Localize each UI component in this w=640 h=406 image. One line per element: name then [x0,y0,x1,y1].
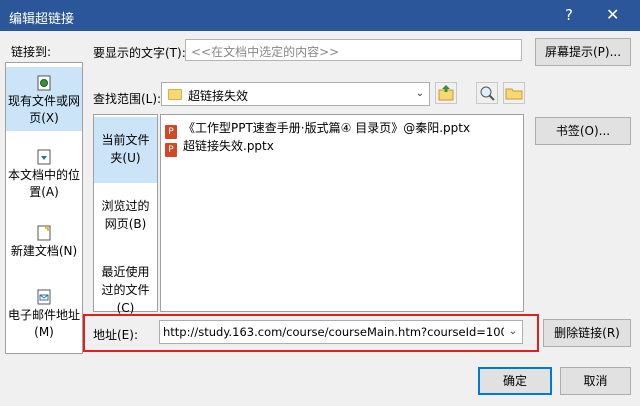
remove-link-button[interactable]: 删除链接(R) [543,319,631,347]
link-to-new-document-label: 新建文档(N) [10,244,78,258]
list-item[interactable]: P 超链接失效.pptx [165,137,274,157]
search-web-icon [480,86,495,101]
chevron-down-icon: ⌄ [415,88,425,99]
folder-up-icon [438,85,454,101]
address-input[interactable]: http://study.163.com/course/courseMain.h… [159,320,523,344]
help-button[interactable]: ? [565,6,573,24]
display-text-value: <<在文档中选定的内容>> [191,45,340,59]
browse-web-button[interactable] [476,82,498,104]
folder-icon [168,89,182,100]
globe-document-icon [37,75,51,91]
open-folder-icon [505,88,523,100]
document-location-icon [37,149,51,165]
address-label: 地址(E): [93,328,138,342]
title-bar: 编辑超链接 ? ✕ [0,0,640,31]
look-in-value: 超链接失效 [188,89,249,103]
new-document-icon [37,225,51,241]
link-to-heading: 链接到: [11,45,52,59]
address-value: http://study.163.com/course/courseMain.h… [163,325,516,339]
chevron-down-icon: ⌄ [504,321,522,343]
scope-recent-files[interactable]: 最近使用过的文件(C) [94,263,157,315]
display-text-input[interactable]: <<在文档中选定的内容>> [185,39,522,61]
close-button[interactable]: ✕ [606,5,619,24]
scope-browsed-pages[interactable]: 浏览过的网页(B) [94,197,157,243]
scope-browsed-pages-label: 浏览过的网页(B) [101,199,150,231]
dialog-title: 编辑超链接 [9,12,75,27]
cancel-button[interactable]: 取消 [560,367,631,395]
email-icon [37,289,51,305]
link-to-new-document[interactable]: 新建文档(N) [6,219,82,269]
screen-tip-button[interactable]: 屏幕提示(P)... [535,38,631,66]
link-to-panel: 现有文件或网页(X) 本文档中的位置(A) 新建文档(N) 电子邮件地址(M) [5,62,83,354]
link-to-place-in-document[interactable]: 本文档中的位置(A) [6,143,82,203]
link-to-email-label: 电子邮件地址(M) [8,308,81,339]
list-item[interactable]: P 《工作型PPT速查手册·版式篇④ 目录页》@秦阳.pptx [165,119,471,139]
display-text-label: 要显示的文字(T): [93,46,186,60]
file-list[interactable]: P 《工作型PPT速查手册·版式篇④ 目录页》@秦阳.pptx P 超链接失效.pp… [160,114,524,312]
link-to-place-label: 本文档中的位置(A) [8,168,81,199]
file-name: 《工作型PPT速查手册·版式篇④ 目录页》@秦阳.pptx [183,121,471,135]
look-in-combo[interactable]: 超链接失效 ⌄ [161,82,430,106]
up-folder-button[interactable] [435,82,457,104]
scope-current-folder[interactable]: 当前文件夹(U) [94,117,157,183]
bookmark-button[interactable]: 书签(O)... [535,117,631,145]
link-to-existing-file-label: 现有文件或网页(X) [8,94,81,125]
pptx-file-icon: P [165,143,177,157]
ok-button[interactable]: 确定 [478,367,552,395]
link-to-email[interactable]: 电子邮件地址(M) [6,283,82,347]
scope-recent-files-label: 最近使用过的文件(C) [101,265,150,315]
link-to-existing-file[interactable]: 现有文件或网页(X) [6,67,82,131]
scope-current-folder-label: 当前文件夹(U) [101,133,150,165]
look-in-label: 查找范围(L): [93,92,162,106]
browse-file-button[interactable] [503,82,525,104]
file-name: 超链接失效.pptx [183,139,274,153]
scope-panel: 当前文件夹(U) 浏览过的网页(B) 最近使用过的文件(C) [93,114,158,315]
